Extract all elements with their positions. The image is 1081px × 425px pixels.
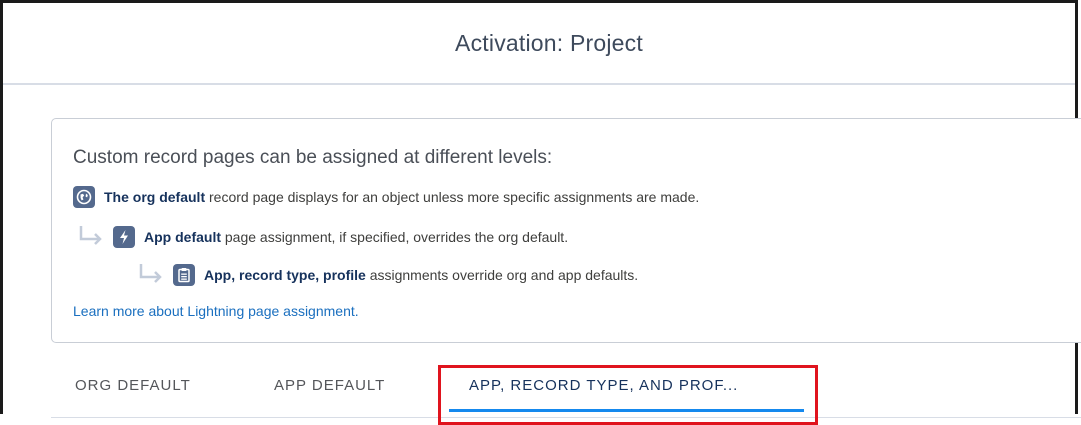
tab-org-default[interactable]: ORG DEFAULT [75,377,191,394]
connector-arrow-icon [79,226,102,245]
activation-dialog: Activation: Project Custom record pages … [0,0,1081,425]
dialog-header: Activation: Project [3,3,1075,85]
clipboard-icon [173,264,195,286]
level-app-record-type-profile-bold: App, record type, profile [204,267,366,283]
level-app-record-type-profile: App, record type, profile assignments ov… [137,264,638,286]
learn-more-link[interactable]: Learn more about Lightning page assignme… [73,303,359,319]
tab-app-default[interactable]: APP DEFAULT [274,377,385,394]
level-app-record-type-profile-text: assignments override org and app default… [365,267,639,283]
info-heading: Custom record pages can be assigned at d… [73,147,553,168]
globe-icon [73,186,95,208]
lightning-bolt-icon [113,226,135,248]
level-app-default-text: page assignment, if specified, overrides… [221,229,569,245]
level-org-default-bold: The org default [104,189,206,205]
level-app-default: App default page assignment, if specifie… [77,226,568,248]
active-tab-indicator [449,409,804,412]
assignment-tabs: ORG DEFAULT APP DEFAULT APP, RECORD TYPE… [51,363,1081,418]
level-org-default: The org default record page displays for… [73,186,699,208]
connector-arrow-icon [139,264,162,283]
level-app-default-bold: App default [144,229,221,245]
level-org-default-text: record page displays for an object unles… [205,189,700,205]
tab-app-record-type-profile[interactable]: APP, RECORD TYPE, AND PROF... [469,377,738,394]
page-title: Activation: Project [455,29,643,56]
assignment-levels-info-box: Custom record pages can be assigned at d… [51,118,1081,343]
